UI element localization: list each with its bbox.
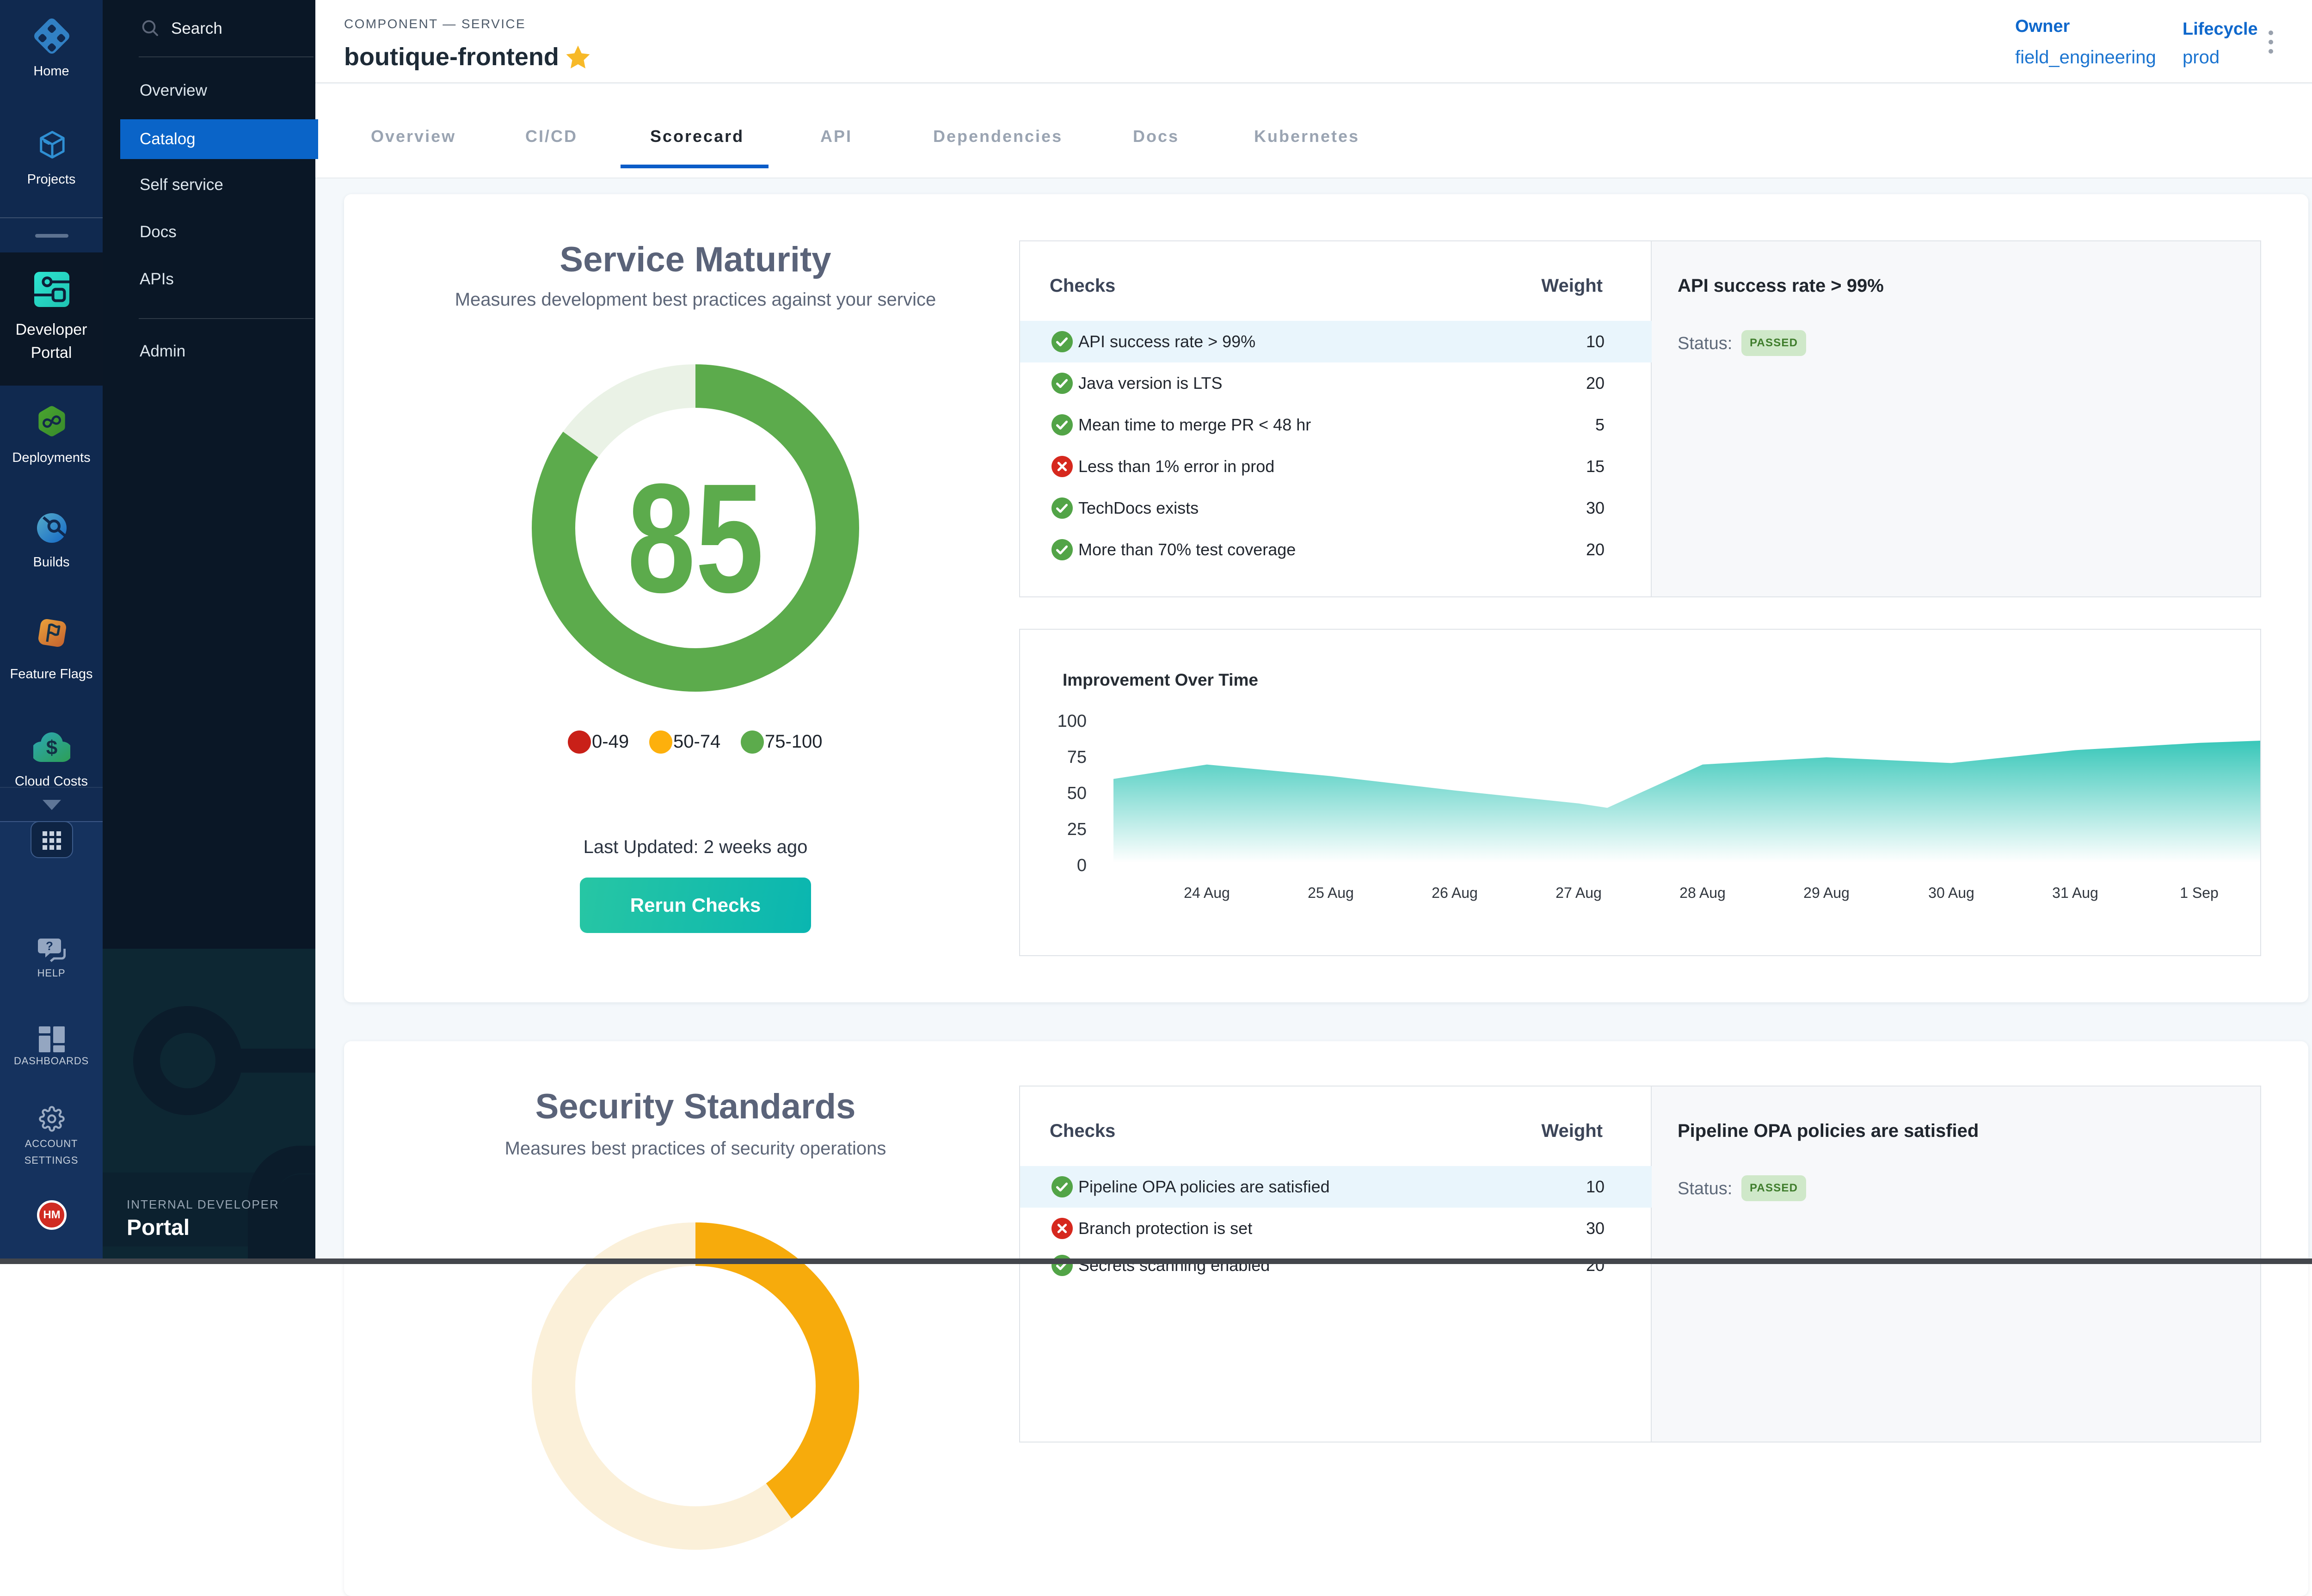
- svg-text:?: ?: [46, 939, 53, 953]
- svg-text:50: 50: [1067, 784, 1087, 803]
- svg-text:29 Aug: 29 Aug: [1803, 884, 1850, 901]
- svg-text:25: 25: [1067, 820, 1087, 839]
- svg-text:31 Aug: 31 Aug: [2052, 884, 2098, 901]
- svg-text:28 Aug: 28 Aug: [1679, 884, 1726, 901]
- svg-text:$: $: [46, 737, 57, 759]
- svg-text:100: 100: [1058, 712, 1087, 731]
- svg-text:0: 0: [1077, 856, 1087, 875]
- svg-text:24 Aug: 24 Aug: [1184, 884, 1230, 901]
- svg-text:75: 75: [1067, 748, 1087, 767]
- svg-text:25 Aug: 25 Aug: [1308, 884, 1354, 901]
- svg-text:26 Aug: 26 Aug: [1432, 884, 1478, 901]
- svg-text:1 Sep: 1 Sep: [2180, 884, 2219, 901]
- svg-text:27 Aug: 27 Aug: [1556, 884, 1602, 901]
- svg-text:30 Aug: 30 Aug: [1928, 884, 1974, 901]
- svg-text:85: 85: [627, 452, 763, 625]
